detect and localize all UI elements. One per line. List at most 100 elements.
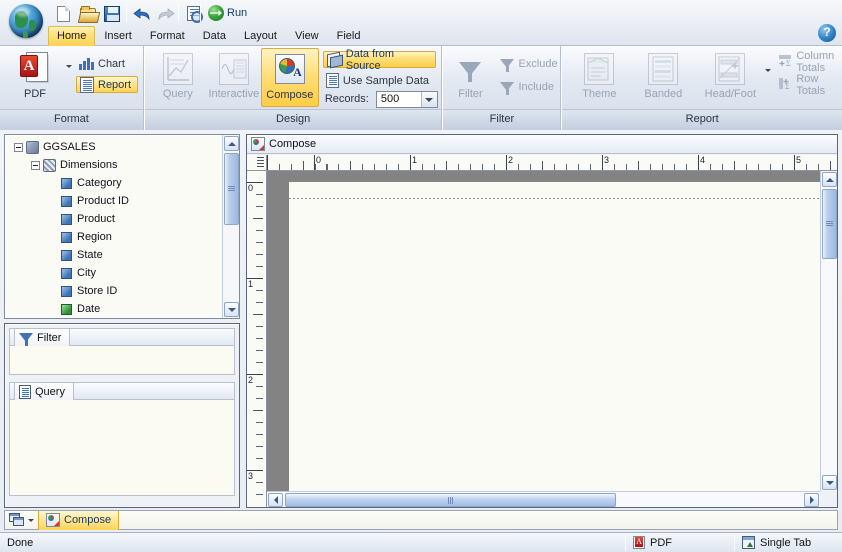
cube-icon (26, 140, 39, 154)
menu-item-layout[interactable]: Layout (235, 26, 286, 46)
status-format-label: PDF (650, 536, 672, 549)
ribbon-group-format-label: Format (0, 109, 143, 130)
expander-minus-icon[interactable] (31, 160, 40, 170)
undo-button[interactable] (130, 3, 152, 23)
tab-compose[interactable]: Compose (38, 510, 120, 530)
row-totals-button[interactable]: Σ Row Totals (775, 73, 842, 97)
tree-scroll-up-button[interactable] (224, 136, 239, 151)
dimension-icon (61, 285, 72, 297)
tree-item-label: State (77, 249, 103, 261)
include-funnel-icon (500, 82, 515, 95)
tree-item-category[interactable]: Category (5, 174, 221, 192)
funnel-icon (459, 62, 482, 82)
report-button[interactable]: Report (76, 76, 138, 93)
tree-item-ggsales[interactable]: GGSALES (5, 138, 221, 156)
tree-vertical-scrollbar[interactable] (222, 135, 239, 318)
status-tab-mode[interactable]: Single Tab (735, 533, 818, 552)
ruler-h-label-5: 5 (796, 155, 802, 165)
save-button[interactable] (100, 3, 122, 23)
help-icon[interactable]: ? (818, 24, 836, 42)
tree-item-product-id[interactable]: Product ID (5, 192, 221, 210)
tree-item-city[interactable]: City (5, 264, 221, 282)
include-button[interactable]: Include (497, 78, 556, 95)
filter-button[interactable]: Filter (446, 50, 494, 100)
report-page[interactable] (289, 182, 820, 491)
tree-item-state[interactable]: State (5, 246, 221, 264)
tab-query[interactable]: Query (14, 382, 74, 400)
horizontal-ruler[interactable]: 0 1 2 3 4 5 (267, 155, 837, 171)
tree-item-store-id[interactable]: Store ID (5, 282, 221, 300)
tree-item-product[interactable]: Product (5, 210, 221, 228)
canvas-scroll-left-button[interactable] (268, 493, 283, 507)
status-format[interactable]: PDF (626, 533, 734, 552)
banded-button[interactable]: Banded (634, 50, 692, 100)
ruler-v-label-1: 1 (248, 279, 254, 289)
tree-nodes: GGSALES Dimensions Category Product ID P… (5, 138, 221, 318)
format-dropdown-arrow[interactable] (66, 65, 72, 80)
query-document-icon (19, 384, 31, 399)
data-source-tree[interactable]: GGSALES Dimensions Category Product ID P… (4, 134, 240, 319)
tree-item-label: Store ID (77, 285, 118, 297)
ruler-v-label-3: 3 (248, 471, 254, 481)
data-from-source-button[interactable]: Data from Source (322, 48, 436, 72)
ruler-h-label-1: 1 (412, 155, 418, 165)
canvas-vertical-scrollbar[interactable] (820, 171, 837, 491)
query-button[interactable]: Query (149, 50, 207, 100)
menu-item-insert[interactable]: Insert (95, 26, 141, 46)
menu-item-field[interactable]: Field (328, 26, 370, 46)
open-button[interactable] (76, 3, 98, 23)
dimension-icon (61, 195, 72, 207)
ruler-h-label-2: 2 (508, 155, 514, 165)
filter-pane[interactable] (9, 345, 235, 375)
tree-item-date[interactable]: Date (5, 300, 221, 318)
canvas-vertical-scroll-thumb[interactable] (822, 189, 837, 259)
banded-button-label: Banded (644, 88, 683, 100)
tree-scroll-down-button[interactable] (224, 302, 239, 317)
tab-filter[interactable]: Filter (14, 328, 71, 346)
canvas-scroll-right-button[interactable] (804, 493, 819, 507)
canvas-horizontal-scroll-thumb[interactable] (285, 493, 616, 507)
row-totals-icon: Σ (778, 77, 792, 93)
menu-item-data[interactable]: Data (194, 26, 235, 46)
tree-item-dimensions[interactable]: Dimensions (5, 156, 221, 174)
row-totals-label: Row Totals (796, 72, 826, 97)
compose-button[interactable]: A Compose (260, 48, 319, 107)
ribbon-group-design: Query Interactive A Compose Data from So… (144, 46, 442, 130)
report-totals-dropdown-arrow[interactable] (765, 69, 772, 84)
records-input[interactable]: 500 (375, 91, 438, 108)
chart-button-label: Chart (98, 57, 125, 70)
report-icon (80, 76, 94, 93)
report-canvas[interactable] (267, 171, 820, 491)
interactive-button[interactable]: Interactive (205, 50, 263, 100)
window-list-button[interactable] (5, 511, 38, 530)
theme-button[interactable]: Theme (570, 50, 628, 100)
redo-button[interactable] (154, 3, 176, 23)
app-logo (4, 1, 48, 45)
compose-panel-title-label: Compose (269, 138, 317, 150)
canvas-scroll-down-button[interactable] (822, 475, 837, 490)
column-totals-button[interactable]: Σ Column Totals (775, 50, 842, 74)
tree-item-region[interactable]: Region (5, 228, 221, 246)
menu-item-view[interactable]: View (286, 26, 328, 46)
head-foot-button[interactable]: Head/Foot (698, 50, 762, 100)
run-button[interactable]: Run (204, 2, 251, 24)
window-list-dropdown-arrow[interactable] (28, 518, 34, 522)
svg-text:Σ: Σ (786, 59, 791, 67)
use-sample-data-button[interactable]: Use Sample Data (323, 72, 432, 89)
new-document-button[interactable] (52, 3, 74, 23)
tree-scroll-thumb[interactable] (224, 153, 239, 225)
expander-minus-icon[interactable] (14, 142, 23, 152)
canvas-horizontal-scrollbar[interactable] (267, 491, 820, 507)
exclude-button[interactable]: Exclude (497, 55, 560, 72)
query-pane[interactable] (9, 399, 235, 496)
records-dropdown-arrow[interactable] (420, 92, 437, 107)
vertical-ruler[interactable]: 0 1 2 3 (247, 171, 267, 507)
chart-button[interactable]: Chart (76, 55, 128, 72)
single-tab-icon (742, 536, 755, 549)
pdf-button[interactable]: A PDF (6, 50, 64, 100)
records-label: Records: (324, 93, 369, 105)
theme-icon (584, 53, 615, 85)
menu-item-format[interactable]: Format (141, 26, 194, 46)
canvas-scroll-up-button[interactable] (822, 172, 837, 187)
menu-item-home[interactable]: Home (48, 26, 96, 46)
